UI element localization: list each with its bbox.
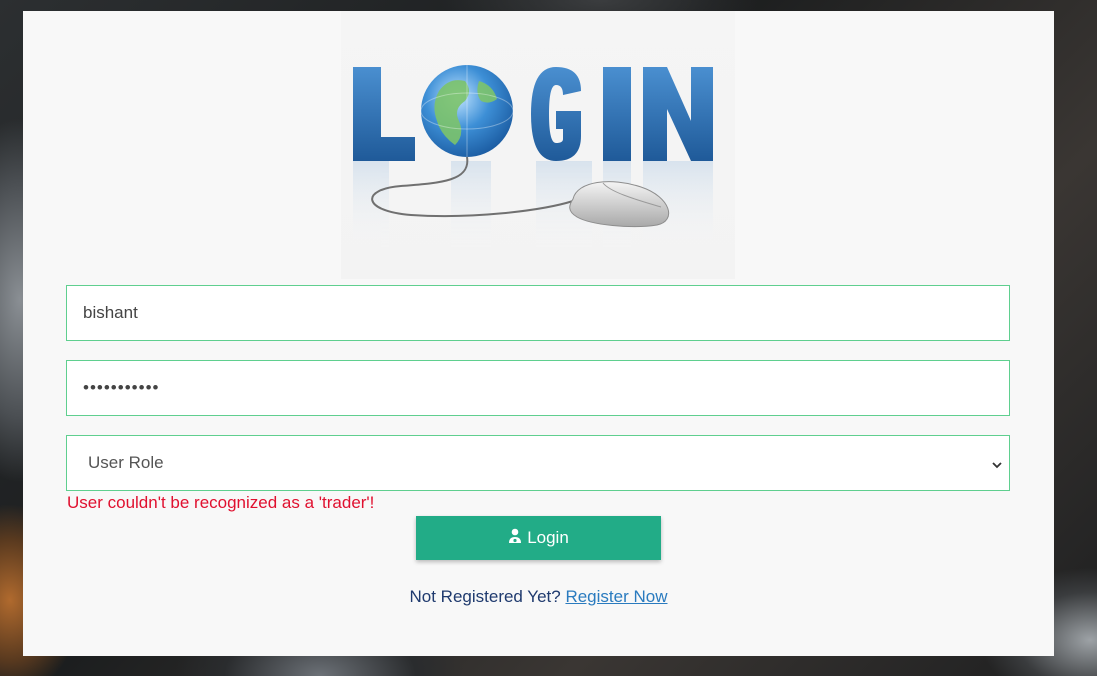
error-message: User couldn't be recognized as a 'trader… [67, 493, 375, 512]
login-logo-graphic [353, 65, 713, 251]
register-prompt: Not Registered Yet? [409, 587, 561, 606]
password-field[interactable]: ••••••••••• [66, 360, 1010, 416]
user-role-select[interactable]: User Role [66, 435, 1010, 491]
username-field[interactable]: bishant [66, 285, 1010, 341]
login-card: bishant ••••••••••• User Role User could… [23, 11, 1054, 656]
login-button[interactable]: Login [416, 516, 661, 560]
username-value: bishant [83, 303, 138, 322]
login-logo [341, 11, 735, 279]
user-doctor-icon [508, 528, 522, 549]
chevron-down-icon [991, 456, 1003, 476]
register-prompt-line: Not Registered Yet? Register Now [23, 587, 1054, 607]
password-value: ••••••••••• [83, 378, 160, 397]
user-role-selected: User Role [88, 453, 164, 472]
login-button-label: Login [527, 528, 569, 547]
register-now-link[interactable]: Register Now [565, 587, 667, 606]
